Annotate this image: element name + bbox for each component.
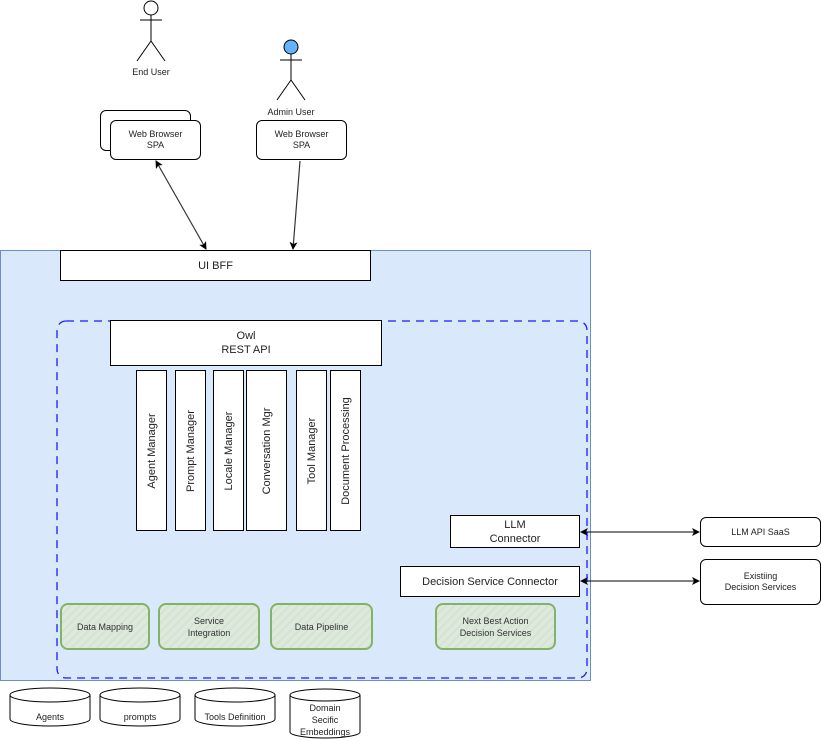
- datastore-label: Secific: [311, 715, 339, 725]
- datastore-label: Embeddings: [299, 727, 351, 737]
- owl-rest-api[interactable]: Owl REST API: [110, 320, 382, 366]
- locale-manager[interactable]: Locale Manager: [213, 370, 244, 531]
- prompt-manager-label: Prompt Manager: [184, 409, 197, 492]
- agent-manager-label: Agent Manager: [145, 412, 158, 489]
- datastore-domain-embeddings[interactable]: Domain Secific Embeddings: [290, 700, 360, 740]
- datastore-label: Tools Definition: [204, 712, 266, 722]
- datastore-label: Domain: [309, 703, 341, 713]
- module-line1: Next Best Action: [462, 615, 529, 626]
- datastore-agents[interactable]: Agents: [10, 703, 90, 731]
- decision-service-connector[interactable]: Decision Service Connector: [400, 566, 580, 597]
- datastore-label: Agents: [35, 712, 65, 722]
- conversation-manager[interactable]: Conversation Mgr: [246, 370, 287, 531]
- llm-connector-line1: LLM: [504, 518, 526, 531]
- external-line1: Existiing: [743, 571, 778, 581]
- tool-manager-label: Tool Manager: [305, 417, 318, 484]
- data-pipeline-module[interactable]: Data Pipeline: [270, 603, 373, 650]
- module-line2: Integration: [187, 627, 231, 638]
- next-best-action-module[interactable]: Next Best Action Decision Services: [435, 603, 556, 650]
- conversation-manager-label: Conversation Mgr: [260, 407, 273, 494]
- tool-manager[interactable]: Tool Manager: [296, 370, 327, 531]
- document-processing[interactable]: Document Processing: [330, 370, 361, 531]
- agent-manager[interactable]: Agent Manager: [136, 370, 167, 531]
- prompt-manager[interactable]: Prompt Manager: [175, 370, 206, 531]
- locale-manager-label: Locale Manager: [222, 411, 235, 490]
- external-line1: LLM API SaaS: [731, 526, 790, 537]
- datastore-label: prompts: [123, 712, 157, 722]
- existing-decision-services[interactable]: Existiing Decision Services: [700, 559, 821, 605]
- llm-connector[interactable]: LLM Connector: [450, 515, 580, 548]
- datastore-prompts[interactable]: prompts: [100, 703, 180, 731]
- module-line1: Data Pipeline: [294, 621, 349, 632]
- module-line2: Decision Services: [459, 627, 532, 638]
- external-line2: Decision Services: [724, 582, 797, 592]
- document-processing-label: Document Processing: [339, 396, 352, 505]
- datastore-tools-definition[interactable]: Tools Definition: [195, 703, 275, 731]
- data-mapping-module[interactable]: Data Mapping: [60, 603, 150, 650]
- module-line1: Service: [193, 615, 224, 626]
- llm-api-saas[interactable]: LLM API SaaS: [700, 517, 821, 547]
- owl-api-line1: Owl: [236, 330, 256, 342]
- llm-connector-line2: Connector: [489, 532, 541, 545]
- owl-api-line2: REST API: [221, 344, 271, 356]
- service-integration-module[interactable]: Service Integration: [158, 603, 260, 650]
- module-line1: Data Mapping: [76, 621, 134, 632]
